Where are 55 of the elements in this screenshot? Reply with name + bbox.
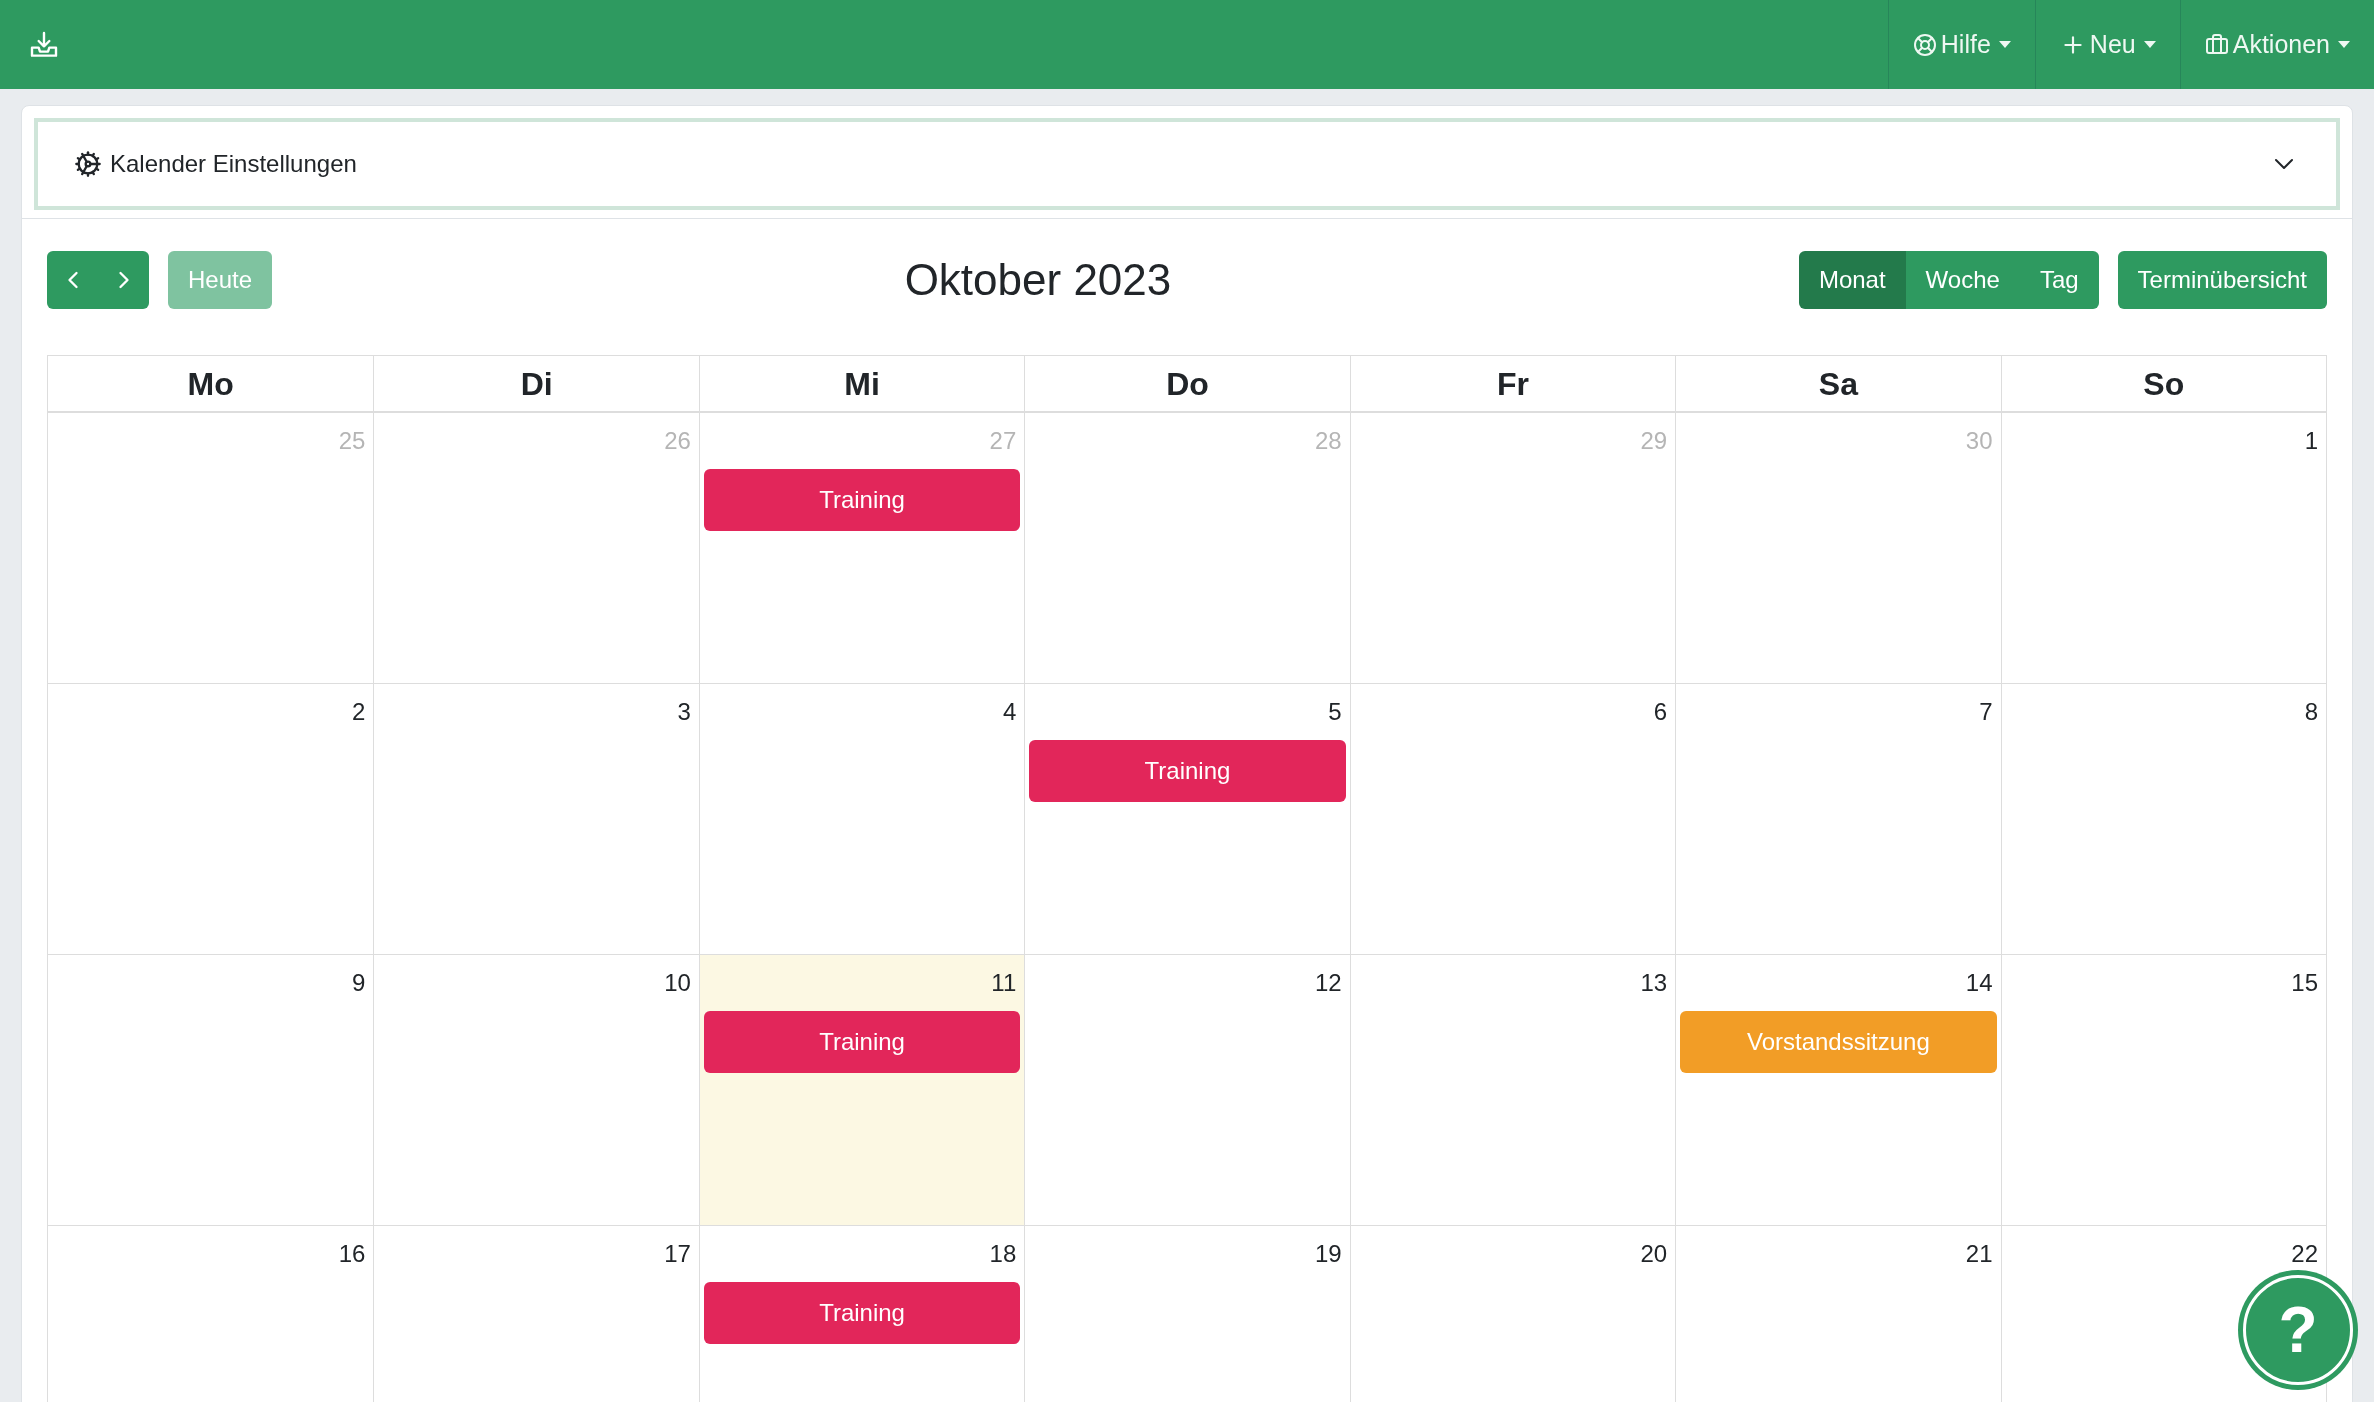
event-bar[interactable]: Training — [703, 1282, 1021, 1344]
day-number: 7 — [1979, 697, 1993, 727]
day-number: 16 — [338, 1239, 366, 1269]
weekday-header: Sa — [1675, 356, 2001, 411]
day-number: 22 — [2291, 1239, 2318, 1269]
day-number: 10 — [664, 968, 691, 998]
day-number: 21 — [1965, 1239, 1993, 1269]
day-number: 28 — [1315, 426, 1342, 456]
day-number: 18 — [989, 1239, 1017, 1269]
day-number: 30 — [1965, 426, 1993, 456]
day-number: 17 — [664, 1239, 691, 1269]
event-bar[interactable]: Training — [1029, 740, 1346, 802]
day-number: 9 — [352, 968, 366, 998]
day-number: 14 — [1965, 968, 1993, 998]
event-bar[interactable]: Training — [703, 469, 1021, 531]
day-number: 29 — [1640, 426, 1668, 456]
day-number: 25 — [338, 426, 366, 456]
month-title: Oktober 2023 — [904, 254, 1172, 306]
menu-dropdown[interactable]: Neu — [2034, 0, 2180, 89]
overview-button[interactable]: Terminübersicht — [2117, 251, 2327, 309]
view-tab[interactable]: Woche — [1905, 251, 2020, 309]
day-number: 11 — [991, 968, 1017, 998]
weekday-header: So — [2000, 356, 2326, 411]
day-number: 20 — [1640, 1239, 1668, 1269]
day-number: 1 — [2304, 426, 2318, 456]
weekday-header: Di — [373, 356, 699, 411]
day-number: 4 — [1002, 697, 1017, 727]
day-number: 15 — [2291, 968, 2318, 998]
settings-accordion[interactable]: Kalender Einstellungen — [34, 118, 2340, 210]
day-number: 5 — [1328, 697, 1342, 727]
caret-icon — [2338, 41, 2350, 48]
gear-icon — [74, 150, 102, 178]
view-tab[interactable]: Tag — [2019, 251, 2099, 309]
day-number: 13 — [1640, 968, 1668, 998]
day-number: 26 — [664, 426, 691, 456]
caret-icon — [1998, 41, 2011, 48]
menu-dropdown[interactable]: Hilfe — [1887, 0, 2035, 89]
lifebuoy-icon — [1912, 32, 1937, 57]
day-number: 19 — [1315, 1239, 1342, 1269]
caret-icon — [2143, 41, 2156, 48]
menu-dropdown[interactable]: Aktionen — [2179, 0, 2374, 89]
day-number: 12 — [1315, 968, 1342, 998]
briefcase-icon — [2204, 32, 2229, 57]
day-number: 2 — [352, 697, 366, 727]
weekday-header: Do — [1024, 356, 1350, 411]
weekday-header: Mo — [186, 364, 235, 404]
view-tab[interactable]: Monat — [1798, 251, 1906, 309]
day-number: 27 — [989, 426, 1017, 456]
event-bar[interactable]: Vorstandssitzung — [1680, 1011, 1997, 1073]
day-number: 6 — [1653, 697, 1668, 727]
event-bar[interactable]: Training — [703, 1011, 1021, 1073]
day-number: 3 — [677, 697, 691, 727]
weekday-header: Fr — [1349, 356, 1676, 411]
day-number: 8 — [2304, 697, 2318, 727]
weekday-header: Mi — [698, 356, 1025, 411]
